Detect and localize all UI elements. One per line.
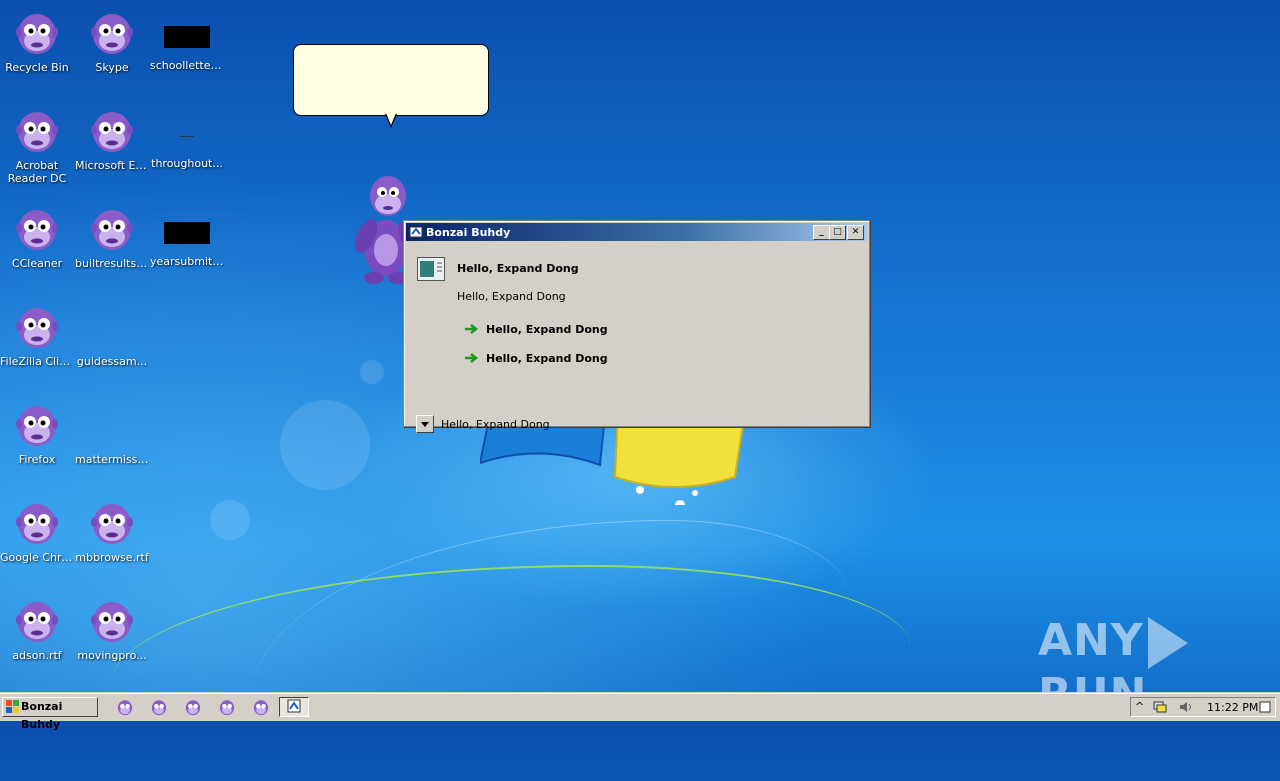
option-link-2[interactable]: Hello, Expand Dong: [464, 352, 608, 365]
bonzi-icon: [16, 14, 58, 54]
desktop-icon-label: Firefox: [18, 453, 56, 466]
close-button[interactable]: ✕: [847, 225, 864, 240]
clock[interactable]: 11:22 PM: [1207, 701, 1258, 714]
desktop-icon-label: mattermissi...: [75, 453, 149, 466]
desktop-icon-label: throughout...: [151, 157, 223, 170]
desktop-icon-label: mbbrowse.rtf: [75, 551, 149, 564]
desktop-icon[interactable]: Microsoft Edge: [75, 106, 149, 172]
bonzi-icon: [219, 700, 235, 716]
dialog-title: Bonzai Buhdy: [426, 226, 511, 239]
desktop-icon[interactable]: mbbrowse.rtf: [75, 498, 149, 564]
bonzi-icon: [151, 700, 167, 716]
bonzi-icon: [117, 700, 133, 716]
desktop-icon-label: schoolletter...: [150, 59, 224, 72]
desktop-icon-label: Acrobat Reader DC: [7, 159, 67, 185]
desktop-icon-label: Google Chrome: [0, 551, 74, 564]
quicklaunch-bonzi-icon[interactable]: [184, 698, 202, 716]
quicklaunch-bonzi-icon[interactable]: [116, 698, 134, 716]
desktop-icon[interactable]: Firefox: [0, 400, 74, 466]
quicklaunch-bonzi-icon[interactable]: [252, 698, 270, 716]
app-icon: [409, 226, 423, 238]
blank-file-icon: [164, 222, 210, 244]
desktop-icon-label: Recycle Bin: [5, 61, 69, 74]
quicklaunch-bonzi-icon[interactable]: [218, 698, 236, 716]
speech-bubble-tail-fill: [386, 113, 396, 125]
bonzi-icon: [185, 700, 201, 716]
dialog-subtext: Hello, Expand Dong: [457, 290, 566, 303]
desktop-icon[interactable]: builtresults.rtf: [75, 204, 149, 270]
desktop-icon-label: guidessam...: [76, 355, 148, 368]
option-label: Hello, Expand Dong: [486, 323, 608, 336]
bonzi-icon: [91, 504, 133, 544]
desktop-icon[interactable]: guidessam...: [75, 302, 149, 368]
bonzi-icon: [91, 210, 133, 250]
desktop-icon[interactable]: Acrobat Reader DC: [0, 106, 74, 185]
desktop-icon[interactable]: mattermissi...: [75, 400, 149, 466]
dialog-titlebar[interactable]: Bonzai Buhdy _ □ ✕: [406, 223, 867, 241]
desktop-icon[interactable]: Recycle Bin: [0, 8, 74, 74]
show-desktop-icon[interactable]: [1259, 701, 1271, 713]
desktop-icon-label: movingpro...: [77, 649, 147, 662]
green-arrow-icon: [465, 353, 479, 363]
play-icon: [1147, 617, 1188, 669]
bonzi-dialog-window: Bonzai Buhdy _ □ ✕ Hello, Expand Dong He…: [403, 220, 870, 433]
expand-details-button[interactable]: [416, 415, 434, 433]
blank-file-icon: [180, 136, 194, 137]
desktop-icon-label: builtresults.rtf: [75, 257, 149, 270]
bonzi-icon: [16, 308, 58, 348]
bonzi-icon: [91, 14, 133, 54]
speech-bubble: [293, 44, 489, 116]
bonzi-icon: [253, 700, 269, 716]
bonzi-icon: [16, 112, 58, 152]
document-icon: [417, 257, 445, 281]
minimize-button[interactable]: _: [813, 225, 830, 240]
show-hidden-icons-button[interactable]: ^: [1135, 700, 1144, 713]
bonzi-icon: [16, 504, 58, 544]
bonzi-icon: [91, 112, 133, 152]
desktop-icon[interactable]: CCleaner: [0, 204, 74, 270]
start-button[interactable]: Bonzai Buhdy: [2, 697, 98, 731]
desktop-icon[interactable]: Google Chrome: [0, 498, 74, 564]
bonzi-icon: [16, 602, 58, 642]
taskbar-window-button[interactable]: [279, 697, 309, 717]
dialog-heading: Hello, Expand Dong: [457, 262, 579, 275]
taskbar: Bonzai Buhdy ^ 11:22 PM: [0, 693, 1280, 731]
desktop-icon-label: yearsubmitt...: [150, 255, 224, 268]
bokeh-light: [360, 360, 384, 384]
bokeh-light: [280, 400, 370, 490]
bonzi-icon: [91, 602, 133, 642]
desktop-icon-label: FileZilla Client: [0, 355, 74, 368]
bokeh-light: [210, 500, 250, 540]
system-tray: ^ 11:22 PM: [1130, 697, 1276, 717]
option-label: Hello, Expand Dong: [486, 352, 608, 365]
desktop-icon-label: CCleaner: [11, 257, 63, 270]
bonzi-icon: [16, 210, 58, 250]
desktop-icon[interactable]: yearsubmitt...: [150, 204, 224, 268]
start-label: Bonzai Buhdy: [21, 700, 63, 731]
expand-details-label: Hello, Expand Dong: [441, 418, 550, 431]
blank-file-icon: [164, 26, 210, 48]
desktop-icon[interactable]: throughout...: [150, 106, 224, 170]
desktop-icon[interactable]: adson.rtf: [0, 596, 74, 662]
app-icon: [287, 699, 301, 713]
desktop-icon[interactable]: movingpro...: [75, 596, 149, 662]
desktop-icon[interactable]: FileZilla Client: [0, 302, 74, 368]
desktop-icon[interactable]: Skype: [75, 8, 149, 74]
green-arrow-icon: [465, 324, 479, 334]
watermark-left: ANY: [1038, 615, 1144, 666]
volume-icon[interactable]: [1179, 701, 1193, 713]
option-link-1[interactable]: Hello, Expand Dong: [464, 323, 608, 336]
quicklaunch-bonzi-icon[interactable]: [150, 698, 168, 716]
windows-flag-icon: [6, 700, 19, 713]
bonzi-icon: [16, 406, 58, 446]
network-icon[interactable]: [1153, 701, 1167, 713]
desktop-icon[interactable]: schoolletter...: [150, 8, 224, 72]
desktop-icon-label: adson.rtf: [12, 649, 62, 662]
maximize-button[interactable]: □: [829, 225, 846, 240]
wallpaper-swoosh: [110, 565, 910, 767]
dialog-content: Hello, Expand Dong Hello, Expand Dong He…: [404, 243, 869, 433]
desktop-icon-label: Skype: [95, 61, 129, 74]
desktop-icon-label: Microsoft Edge: [75, 159, 149, 172]
